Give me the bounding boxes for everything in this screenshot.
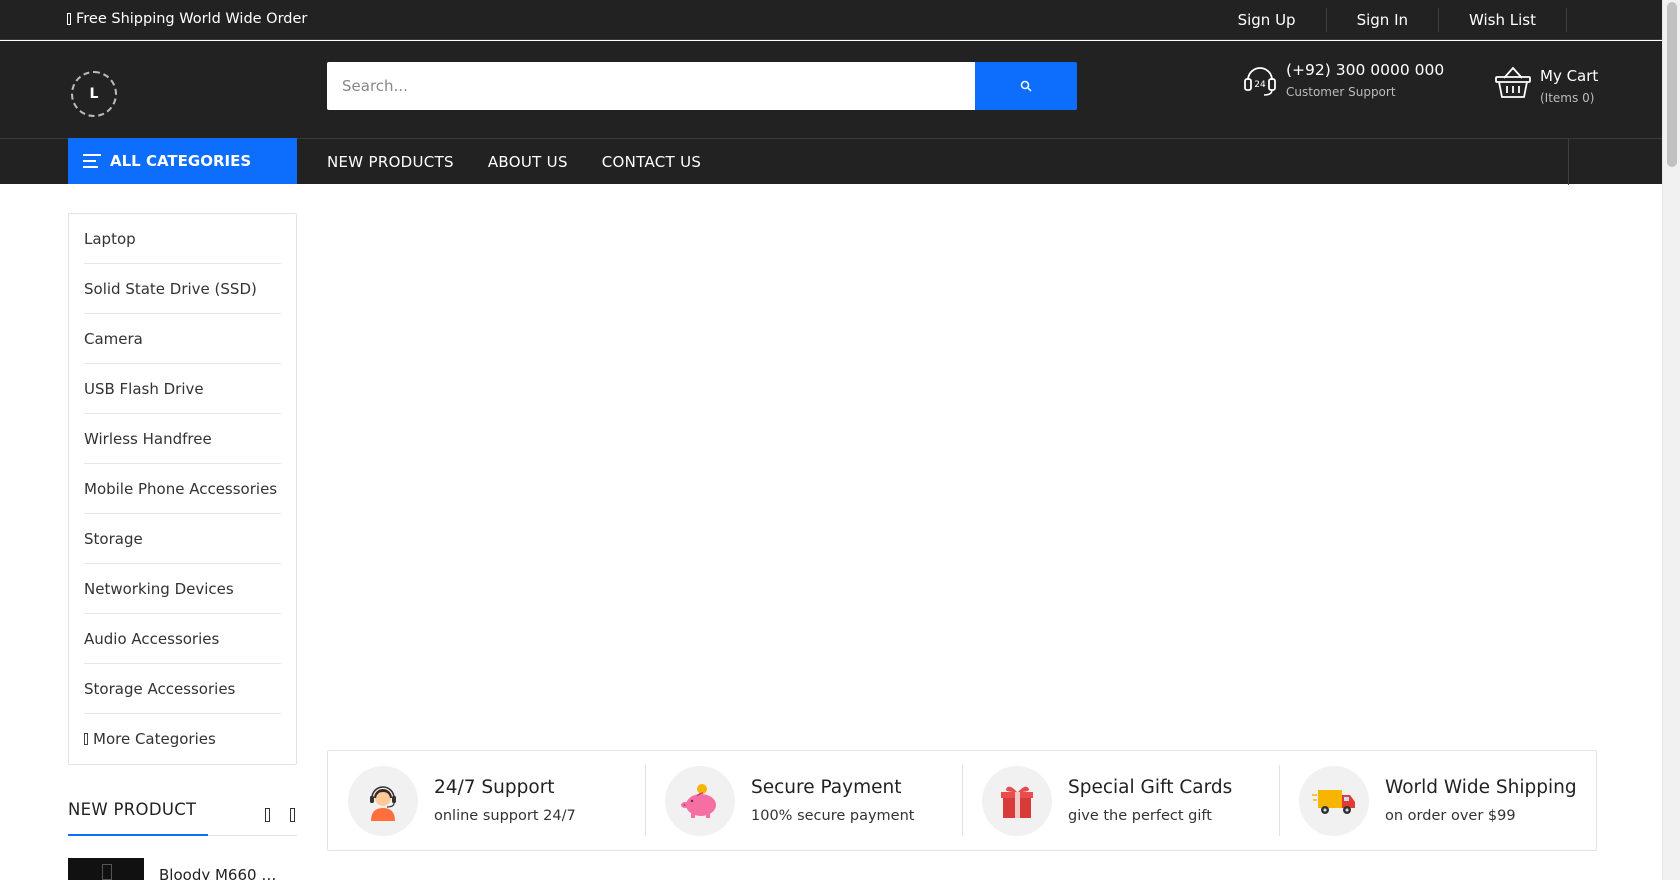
category-item-storage-accessories[interactable]: Storage Accessories — [84, 664, 281, 714]
support-phone: (+92) 300 0000 000 — [1286, 61, 1445, 79]
main-header: L 24 (+92) 300 0000 000 Customer Support — [0, 41, 1662, 138]
support-agent-icon — [348, 765, 418, 836]
feature-payment-sub: 100% secure payment — [751, 808, 915, 824]
nav-menu: NEW PRODUCTS ABOUT US CONTACT US — [327, 139, 701, 185]
heading-underline — [68, 834, 208, 836]
category-item-networking[interactable]: Networking Devices — [84, 564, 281, 614]
feature-support-sub: online support 24/7 — [434, 808, 576, 824]
carousel-prev-icon[interactable] — [265, 808, 270, 822]
piggy-bank-icon — [665, 765, 735, 836]
all-categories-button[interactable]: ALL CATEGORIES — [68, 138, 297, 184]
top-bar: Free Shipping World Wide Order Sign Up S… — [0, 0, 1662, 40]
gift-box-icon — [982, 765, 1052, 836]
sign-up-link[interactable]: Sign Up — [1208, 8, 1327, 32]
feature-shipping-sub: on order over $99 — [1385, 808, 1516, 824]
category-item-wireless-handfree[interactable]: Wirless Handfree — [84, 414, 281, 464]
nav-contact-us[interactable]: CONTACT US — [602, 153, 701, 171]
page-scrollbar[interactable] — [1662, 0, 1680, 880]
plus-icon — [84, 733, 88, 745]
category-item-mobile-accessories[interactable]: Mobile Phone Accessories — [84, 464, 281, 514]
nav-about-us[interactable]: ABOUT US — [488, 153, 568, 171]
all-categories-label: ALL CATEGORIES — [110, 152, 252, 170]
features-bar: 24/7 Support online support 24/7 Secure … — [327, 750, 1597, 851]
shopping-basket-icon — [1495, 66, 1531, 98]
feature-payment-title: Secure Payment — [751, 777, 902, 798]
customer-support[interactable]: 24 (+92) 300 0000 000 Customer Support — [1242, 61, 1444, 99]
search-icon — [1020, 80, 1032, 92]
free-shipping-text: Free Shipping World Wide Order — [76, 11, 308, 27]
product-name: Bloody M660 Ch... — [159, 866, 281, 880]
headset-24-icon: 24 — [1244, 67, 1276, 96]
heading-rule — [208, 835, 297, 836]
logo-mark: L — [89, 86, 99, 102]
support-label: Customer Support — [1286, 85, 1396, 99]
cart-label: My Cart — [1540, 67, 1599, 85]
product-card[interactable]: Bloody M660 Ch... — [68, 858, 281, 880]
carousel-next-icon[interactable] — [290, 808, 295, 822]
main-nav: ALL CATEGORIES NEW PRODUCTS ABOUT US CON… — [0, 138, 1662, 185]
nav-divider — [1568, 139, 1569, 185]
my-cart[interactable]: My Cart (Items 0) — [1494, 65, 1598, 105]
category-list: Laptop Solid State Drive (SSD) Camera US… — [68, 213, 297, 765]
scrollbar-thumb[interactable] — [1667, 2, 1677, 167]
search-bar — [327, 62, 1077, 110]
feature-gift-title: Special Gift Cards — [1068, 777, 1233, 798]
feature-gift-sub: give the perfect gift — [1068, 808, 1212, 824]
account-links: Sign Up Sign In Wish List — [1208, 0, 1567, 40]
feature-gift-cards: Special Gift Cards give the perfect gift — [962, 751, 1279, 850]
sign-in-link[interactable]: Sign In — [1327, 8, 1440, 32]
category-item-camera[interactable]: Camera — [84, 314, 281, 364]
product-thumbnail — [68, 858, 144, 880]
site-logo[interactable]: L — [71, 71, 117, 117]
more-categories-label: More Categories — [93, 730, 216, 748]
category-item-audio-accessories[interactable]: Audio Accessories — [84, 614, 281, 664]
delivery-truck-icon — [1299, 765, 1369, 836]
search-button[interactable] — [975, 62, 1077, 110]
svg-text:24: 24 — [1254, 80, 1266, 90]
free-shipping-notice: Free Shipping World Wide Order — [67, 11, 307, 27]
missing-glyph-icon — [67, 13, 71, 25]
nav-new-products[interactable]: NEW PRODUCTS — [327, 153, 454, 171]
menu-icon — [83, 154, 101, 168]
more-categories-link[interactable]: More Categories — [84, 714, 281, 764]
feature-shipping: World Wide Shipping on order over $99 — [1279, 751, 1596, 850]
category-item-storage[interactable]: Storage — [84, 514, 281, 564]
feature-shipping-title: World Wide Shipping — [1385, 777, 1577, 798]
cart-item-count: (Items 0) — [1540, 91, 1595, 105]
category-item-usb-flash-drive[interactable]: USB Flash Drive — [84, 364, 281, 414]
category-item-ssd[interactable]: Solid State Drive (SSD) — [84, 264, 281, 314]
feature-support-title: 24/7 Support — [434, 777, 555, 798]
feature-secure-payment: Secure Payment 100% secure payment — [645, 751, 962, 850]
feature-support: 24/7 Support online support 24/7 — [328, 751, 645, 850]
search-input[interactable] — [327, 62, 975, 110]
wish-list-link[interactable]: Wish List — [1439, 8, 1567, 32]
new-product-heading: NEW PRODUCT — [68, 800, 197, 819]
category-item-laptop[interactable]: Laptop — [84, 214, 281, 264]
